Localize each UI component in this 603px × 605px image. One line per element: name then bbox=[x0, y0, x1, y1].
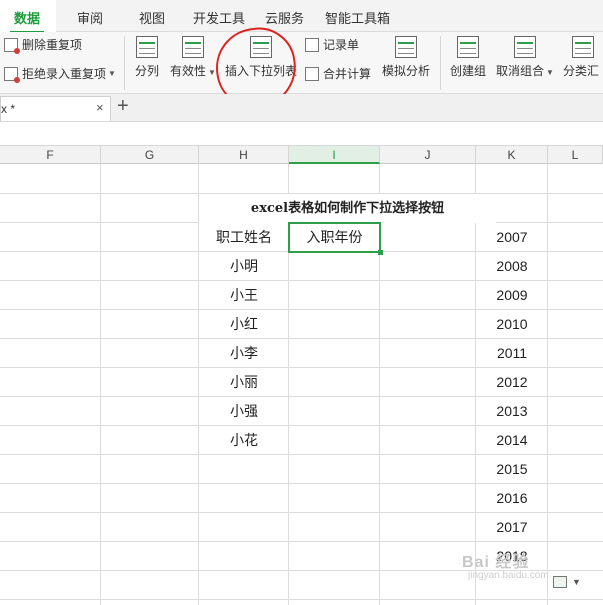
fill-handle[interactable] bbox=[378, 250, 383, 255]
menu-tab-review[interactable]: 审阅 bbox=[77, 8, 103, 26]
year-cell[interactable]: 2010 bbox=[476, 310, 548, 339]
year-cell[interactable]: 2012 bbox=[476, 368, 548, 397]
split-column-label: 分列 bbox=[134, 64, 159, 78]
year-cell[interactable]: 2009 bbox=[476, 281, 548, 310]
subtotal-icon bbox=[572, 36, 594, 58]
reject-duplicates-label: 拒绝录入重复项 bbox=[22, 67, 107, 81]
chevron-down-icon: ▼ bbox=[546, 68, 554, 77]
ungroup-icon bbox=[514, 36, 536, 58]
name-cell[interactable]: 小李 bbox=[199, 339, 289, 368]
spreadsheet-grid: F G H I J K L excel表格如何制作下拉选择按钮 职工姓名 入职年… bbox=[0, 146, 603, 605]
name-cell[interactable]: 小王 bbox=[199, 281, 289, 310]
ribbon-separator bbox=[124, 36, 125, 90]
validity-label: 有效性 bbox=[170, 64, 207, 78]
merge-calc-icon bbox=[305, 66, 319, 81]
simulate-label: 模拟分析 bbox=[381, 64, 430, 78]
subtotal-label: 分类汇 bbox=[563, 64, 600, 78]
watermark-logo: Bai 经验 bbox=[462, 554, 530, 571]
remove-duplicates-icon bbox=[4, 37, 20, 54]
year-cell[interactable]: 2015 bbox=[476, 455, 548, 484]
document-tab[interactable]: x * × bbox=[0, 96, 111, 121]
formula-bar[interactable] bbox=[0, 122, 603, 146]
record-form-label: 记录单 bbox=[323, 38, 360, 52]
column-header-i[interactable]: I bbox=[289, 146, 380, 164]
column-header-l[interactable]: L bbox=[548, 146, 603, 164]
record-form-icon bbox=[305, 37, 319, 52]
menu-tab-data[interactable]: 数据 bbox=[9, 8, 45, 33]
year-cell[interactable]: 2014 bbox=[476, 426, 548, 455]
subtotal-button[interactable]: 分类汇 bbox=[563, 36, 603, 79]
simulate-icon bbox=[395, 36, 417, 58]
column-header-k[interactable]: K bbox=[476, 146, 548, 164]
column-header-f[interactable]: F bbox=[0, 146, 101, 164]
column-header-h[interactable]: H bbox=[199, 146, 289, 164]
name-cell[interactable]: 小明 bbox=[199, 252, 289, 281]
name-cell[interactable]: 小强 bbox=[199, 397, 289, 426]
menu-bar: 数据 审阅 视图 开发工具 云服务 智能工具箱 bbox=[0, 0, 603, 33]
watermark-url: jingyan.baidu.com bbox=[468, 570, 549, 581]
ribbon: 删除重复项 拒绝录入重复项 ▼ 分列 有效性 ▼ 插入下拉列表 记录单 合并计算 … bbox=[0, 32, 603, 94]
active-cell-cursor bbox=[288, 222, 381, 253]
year-cell[interactable]: 2013 bbox=[476, 397, 548, 426]
remove-duplicates-label: 删除重复项 bbox=[22, 38, 83, 52]
split-column-icon bbox=[136, 36, 158, 58]
name-cell[interactable]: 小红 bbox=[199, 310, 289, 339]
document-tab-name: x * bbox=[1, 102, 16, 116]
new-tab-button[interactable]: + bbox=[117, 95, 129, 118]
create-group-button[interactable]: 创建组 bbox=[448, 36, 488, 79]
split-column-button[interactable]: 分列 bbox=[133, 36, 161, 79]
chevron-down-icon: ▼ bbox=[208, 68, 216, 77]
simulate-button[interactable]: 模拟分析 bbox=[379, 36, 433, 79]
ungroup-button[interactable]: 取消组合 ▼ bbox=[495, 36, 555, 79]
validity-icon bbox=[182, 36, 204, 58]
paste-options-icon[interactable] bbox=[553, 576, 567, 588]
menu-tab-cloud[interactable]: 云服务 bbox=[265, 8, 304, 26]
column-header-g[interactable]: G bbox=[101, 146, 199, 164]
ribbon-separator bbox=[440, 36, 441, 90]
year-cell[interactable]: 2017 bbox=[476, 513, 548, 542]
reject-duplicates-button[interactable]: 拒绝录入重复项 ▼ bbox=[4, 65, 116, 83]
sheet-title[interactable]: excel表格如何制作下拉选择按钮 bbox=[199, 194, 496, 223]
ungroup-label: 取消组合 bbox=[496, 64, 545, 78]
remove-duplicates-button[interactable]: 删除重复项 bbox=[4, 36, 83, 54]
record-form-button[interactable]: 记录单 bbox=[305, 36, 359, 53]
menu-tab-developer[interactable]: 开发工具 bbox=[193, 8, 245, 26]
reject-duplicates-icon bbox=[4, 66, 20, 83]
close-icon[interactable]: × bbox=[96, 100, 104, 115]
document-tab-bar: x * × + bbox=[0, 94, 603, 122]
create-group-label: 创建组 bbox=[449, 64, 486, 78]
name-cell[interactable]: 小花 bbox=[199, 426, 289, 455]
year-cell[interactable]: 2011 bbox=[476, 339, 548, 368]
menu-tab-view[interactable]: 视图 bbox=[139, 8, 165, 26]
merge-calc-button[interactable]: 合并计算 bbox=[305, 65, 371, 82]
gridline bbox=[0, 599, 603, 600]
gridline bbox=[100, 164, 101, 605]
validity-button[interactable]: 有效性 ▼ bbox=[168, 36, 218, 79]
merge-calc-label: 合并计算 bbox=[323, 67, 372, 81]
year-cell[interactable]: 2007 bbox=[476, 223, 548, 252]
chevron-down-icon: ▼ bbox=[108, 69, 116, 78]
year-cell[interactable]: 2016 bbox=[476, 484, 548, 513]
column-header-j[interactable]: J bbox=[380, 146, 476, 164]
menu-tab-smart-tools[interactable]: 智能工具箱 bbox=[325, 8, 390, 26]
chevron-down-icon[interactable]: ▼ bbox=[572, 577, 581, 587]
name-cell[interactable]: 小丽 bbox=[199, 368, 289, 397]
header-employee-name[interactable]: 职工姓名 bbox=[199, 223, 289, 252]
create-group-icon bbox=[457, 36, 479, 58]
year-cell[interactable]: 2008 bbox=[476, 252, 548, 281]
